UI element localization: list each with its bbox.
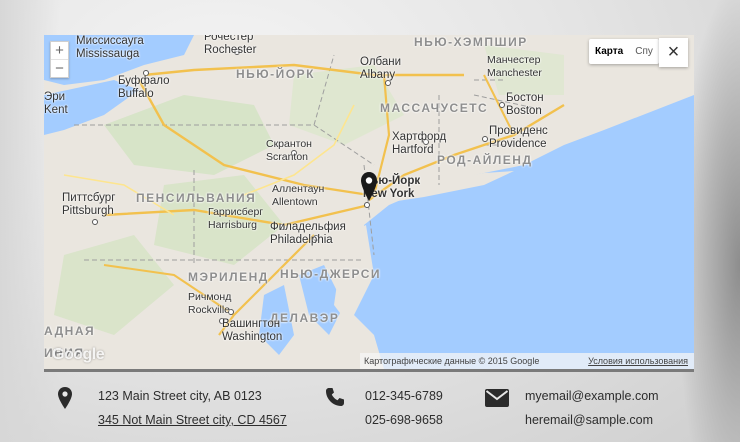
map-type-control: Карта Спу <box>589 39 659 64</box>
map-attribution: Картографические данные © 2015 Google Ус… <box>360 353 694 369</box>
contact-info: 123 Main Street city, AB 0123 345 Not Ma… <box>0 384 740 442</box>
zoom-control: + − <box>50 41 69 78</box>
map-city-label: Гаррисберг Harrisburg <box>208 206 264 231</box>
map-city-label: Манчестер Manchester <box>487 54 542 79</box>
map-city-label: Провиденс Providence <box>489 125 548 150</box>
map-city-label: Миссиссауга Mississauga <box>76 35 144 60</box>
map-type-satellite-button[interactable]: Спу <box>629 39 659 64</box>
map-city-label: Скрантон Scranton <box>266 138 312 163</box>
map-state-label: НЬЮ-ДЖЕРСИ <box>280 267 382 281</box>
map-pin-icon[interactable] <box>360 171 378 203</box>
terms-of-use-link[interactable]: Условия использования <box>588 353 688 369</box>
map-state-label: МЭРИЛЕНД <box>188 270 269 284</box>
zoom-in-button[interactable]: + <box>51 42 68 59</box>
zoom-out-button[interactable]: − <box>51 59 68 77</box>
email-address-2[interactable]: heremail@sample.com <box>525 413 653 427</box>
map-city-label: Ричмонд Rockville <box>188 291 232 316</box>
map-city-label: Рочестер Rochester <box>204 35 257 56</box>
map-state-label: АДНАЯ <box>44 324 96 338</box>
map-city-label: Хартфорд Hartford <box>392 131 447 156</box>
map-city-label: Вашингтон Washington <box>222 318 283 343</box>
map-state-label: НЬЮ-ЙОРК <box>236 67 315 81</box>
map-state-label: РОД-АЙЛЕНД <box>437 153 533 167</box>
map-city-label: Бостон Boston <box>506 92 544 117</box>
map-city-label: Аллентаун Allentown <box>272 183 325 208</box>
phone-number-1: 012-345-6789 <box>365 389 443 403</box>
address-line-2-link[interactable]: 345 Not Main Street city, CD 4567 <box>98 413 287 427</box>
map-data-copyright: Картографические данные © 2015 Google <box>364 356 540 366</box>
map-widget[interactable]: НЬЮ-ЙОРК НЬЮ-ХЭМПШИР МАССАЧУСЕТС РОД-АЙЛ… <box>44 35 694 369</box>
map-city-label: Олбани Albany <box>360 56 402 81</box>
map-city-label: Эри Kent <box>44 91 68 116</box>
map-state-label: НЬЮ-ХЭМПШИР <box>414 35 528 49</box>
email-address-1[interactable]: myemail@example.com <box>525 389 659 403</box>
map-city-label: Буффало Buffalo <box>118 75 170 100</box>
map-city-label: Филадельфия Philadelphia <box>270 221 346 246</box>
google-logo: Google <box>52 346 105 363</box>
map-type-map-button[interactable]: Карта <box>589 39 629 64</box>
map-bottom-border <box>44 369 694 372</box>
phone-icon <box>326 388 344 406</box>
map-state-label: МАССАЧУСЕТС <box>380 101 489 115</box>
phone-number-2: 025-698-9658 <box>365 413 443 427</box>
envelope-icon <box>485 389 509 407</box>
address-line-1: 123 Main Street city, AB 0123 <box>98 389 262 403</box>
location-pin-icon <box>58 387 72 409</box>
close-map-button[interactable]: × <box>659 38 688 67</box>
map-state-label: ПЕНСИЛЬВАНИЯ <box>136 191 257 205</box>
map-city-label: Питтсбург Pittsburgh <box>62 192 116 217</box>
